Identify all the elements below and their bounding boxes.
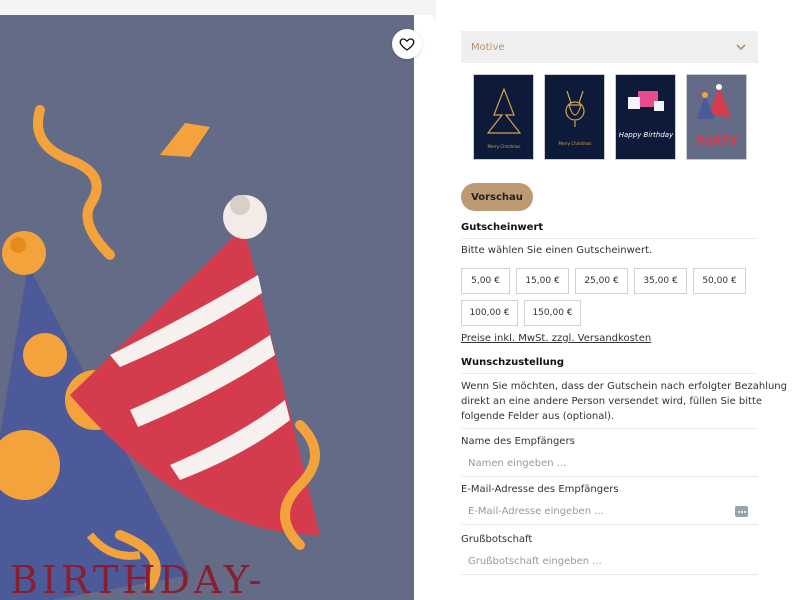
amount-option-35[interactable]: 35,00 € [634,268,687,294]
favorite-button[interactable] [392,29,422,59]
greeting-label: Grußbotschaft [461,534,533,545]
thumb-text-3: Happy Birthday [619,131,674,139]
hero-birthday-text: BIRTHDAY- [10,558,265,600]
party-image: PaRTY [687,75,746,159]
birthday-party-illustration: BIRTHDAY- [0,105,320,600]
voucher-value-instruction: Bitte wählen Sie einen Gutscheinwert. [461,245,653,256]
product-image-card: BIRTHDAY- [0,15,436,600]
preview-button[interactable]: Vorschau [461,183,533,211]
price-note-link[interactable]: Preise inkl. MwSt. zzgl. Versandkosten [461,333,651,344]
amount-option-50[interactable]: 50,00 € [693,268,746,294]
amount-option-100[interactable]: 100,00 € [461,300,518,326]
thumb-text-4: PaRTY [696,134,738,148]
voucher-value-heading: Gutscheinwert [461,222,544,233]
recipient-name-label: Name des Empfängers [461,436,575,447]
recipient-email-input[interactable] [461,499,758,525]
delivery-description-line-2: direkt an eine andere Person versendet w… [461,396,763,407]
amount-option-25[interactable]: 25,00 € [575,268,628,294]
recipient-name-input[interactable] [461,451,758,477]
chevron-down-icon [736,44,746,51]
amount-option-150[interactable]: 150,00 € [524,300,581,326]
delivery-description-line-1: Wenn Sie möchten, dass der Gutschein nac… [461,381,787,392]
recipient-email-label: E-Mail-Adresse des Empfängers [461,484,619,495]
motif-thumbnail-christmas-tree[interactable]: Merry Christmas [473,74,534,160]
divider [461,428,758,429]
divider [461,238,758,239]
delivery-heading: Wunschzustellung [461,357,564,368]
motif-thumbnail-happy-birthday[interactable]: Happy Birthday [615,74,676,160]
reindeer-image: Merry Christmas [545,75,604,159]
motif-thumbnail-reindeer[interactable]: Merry Christmas [544,74,605,160]
thumb-text-1: Merry Christmas [488,144,521,149]
happy-birthday-image: Happy Birthday [616,75,675,159]
thumb-text-2: Merry Christmas [559,141,592,146]
christmas-tree-image: Merry Christmas [474,75,533,159]
divider [461,373,758,374]
delivery-description-line-3: folgende Felder aus (optional). [461,411,615,422]
amount-option-5[interactable]: 5,00 € [461,268,510,294]
heart-icon [399,38,415,51]
autofill-icon[interactable] [735,506,748,517]
greeting-input[interactable] [461,549,758,575]
motif-thumbnails: Merry Christmas Merry Christmas Happy Bi… [473,74,747,160]
amount-option-15[interactable]: 15,00 € [516,268,569,294]
voucher-amount-options: 5,00 € 15,00 € 25,00 € 35,00 € 50,00 € 1… [461,268,761,326]
motif-select-label: Motive [471,41,505,53]
product-image: BIRTHDAY- [0,15,414,600]
product-page: BIRTHDAY- Motive Merry Christmas Merry C [0,0,800,600]
motif-thumbnail-party[interactable]: PaRTY [686,74,747,160]
motif-select[interactable]: Motive [461,31,758,63]
